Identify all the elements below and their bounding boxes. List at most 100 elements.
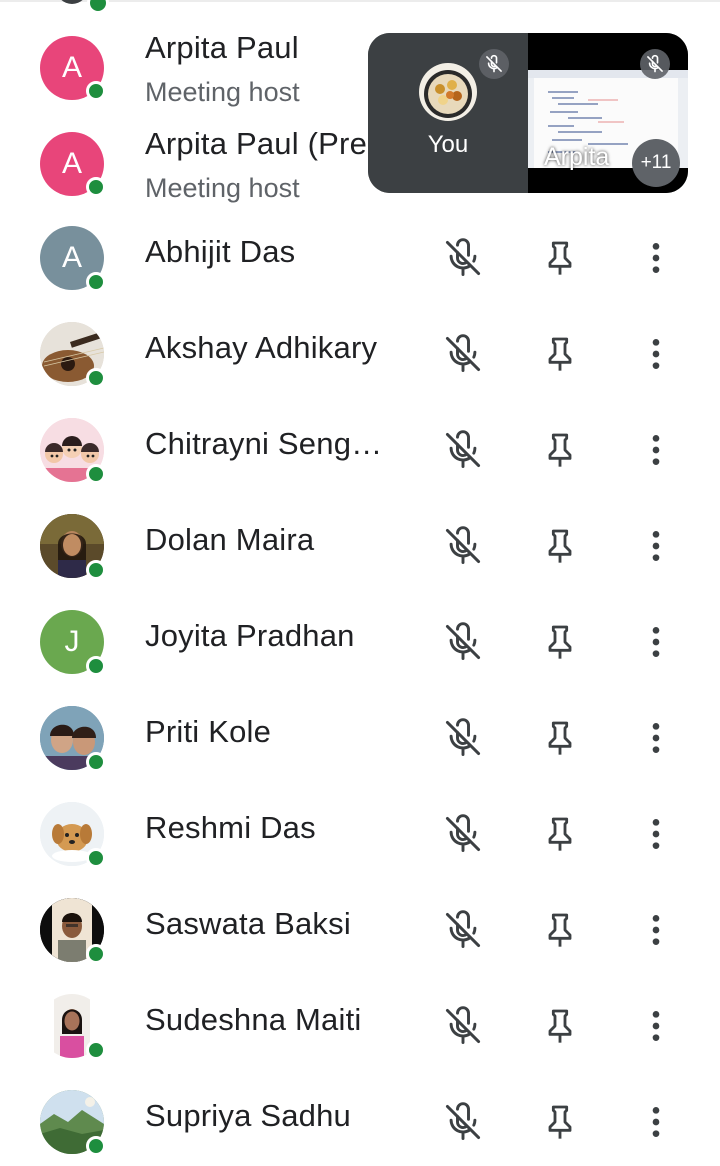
participant-name: Arpita Paul (Presentation) [145, 126, 367, 161]
pin-participant-button[interactable] [532, 230, 588, 286]
more-vert-icon [652, 723, 660, 753]
mute-participant-button[interactable] [435, 998, 491, 1054]
pin-icon [548, 913, 572, 947]
mute-participant-button[interactable] [435, 518, 491, 574]
pin-participant-button[interactable] [532, 902, 588, 958]
mute-participant-button[interactable] [435, 422, 491, 478]
more-options-button[interactable] [628, 710, 684, 766]
more-vert-icon [652, 531, 660, 561]
mic-off-icon [445, 1006, 481, 1044]
presence-dot [86, 656, 106, 676]
mic-off-icon [445, 334, 481, 372]
participant-row[interactable]: Akshay Adhikary [0, 306, 720, 402]
mic-off-icon [445, 814, 481, 852]
pin-participant-button[interactable] [532, 518, 588, 574]
more-participants-count[interactable]: +11 [632, 139, 680, 187]
mic-off-icon [445, 718, 481, 756]
more-options-button[interactable] [628, 998, 684, 1054]
pin-icon [548, 337, 572, 371]
participant-row[interactable]: Priti Kole [0, 690, 720, 786]
more-options-button[interactable] [628, 614, 684, 670]
pin-icon [548, 1009, 572, 1043]
more-vert-icon [652, 1011, 660, 1041]
presence-dot [86, 848, 106, 868]
presenter-video-tile[interactable]: Arpita +11 [528, 33, 688, 193]
participant-row[interactable]: Supriya Sadhu [0, 1074, 720, 1166]
mic-off-icon [445, 910, 481, 948]
avatar-initial: A [61, 51, 82, 84]
pin-participant-button[interactable] [532, 1094, 588, 1150]
mic-off-icon [445, 430, 481, 468]
participant-name: Supriya Sadhu [145, 1098, 351, 1133]
participant-name: Dolan Maira [145, 522, 315, 557]
more-options-button[interactable] [628, 326, 684, 382]
more-options-button[interactable] [628, 806, 684, 862]
participant-row[interactable]: J Joyita Pradhan [0, 594, 720, 690]
presenter-label: Arpita [544, 143, 610, 171]
presence-dot [86, 560, 106, 580]
presence-dot [86, 1040, 106, 1060]
more-options-button[interactable] [628, 1094, 684, 1150]
participant-row[interactable]: Saswata Baksi [0, 882, 720, 978]
self-avatar [419, 63, 477, 121]
participant-name: Abhijit Das [145, 234, 296, 269]
participant-row[interactable]: A Abhijit Das [0, 210, 720, 306]
more-options-button[interactable] [628, 902, 684, 958]
participant-name: Chitrayni Seng… [145, 426, 383, 461]
mic-off-icon [445, 622, 481, 660]
more-options-button[interactable] [628, 518, 684, 574]
mute-participant-button[interactable] [435, 1094, 491, 1150]
presence-dot [86, 752, 106, 772]
presence-dot [86, 464, 106, 484]
presence-dot [86, 177, 106, 197]
participant-row[interactable]: Dolan Maira [0, 498, 720, 594]
mute-participant-button[interactable] [435, 614, 491, 670]
presence-dot [86, 1136, 106, 1156]
pin-participant-button[interactable] [532, 998, 588, 1054]
floating-video-panel[interactable]: You Arpita +11 [368, 33, 688, 193]
more-vert-icon [652, 819, 660, 849]
pin-participant-button[interactable] [532, 614, 588, 670]
participants-screen: A Arpita Paul Meeting host A Arpita Paul… [0, 0, 720, 1166]
presence-dot [86, 272, 106, 292]
participant-role: Meeting host [145, 77, 300, 107]
pin-icon [548, 817, 572, 851]
participant-row[interactable]: Sudeshna Maiti [0, 978, 720, 1074]
pin-icon [548, 433, 572, 467]
more-vert-icon [652, 1107, 660, 1137]
mute-participant-button[interactable] [435, 710, 491, 766]
participant-role: Meeting host [145, 173, 300, 203]
presence-dot [86, 81, 106, 101]
mic-off-icon [647, 54, 663, 73]
participant-name: Joyita Pradhan [145, 618, 355, 653]
mute-participant-button[interactable] [435, 230, 491, 286]
more-vert-icon [652, 243, 660, 273]
pin-icon [548, 625, 572, 659]
mic-off-icon [486, 54, 502, 73]
pin-participant-button[interactable] [532, 806, 588, 862]
presence-dot [86, 368, 106, 388]
more-vert-icon [652, 435, 660, 465]
mute-participant-button[interactable] [435, 902, 491, 958]
participant-name: Akshay Adhikary [145, 330, 378, 365]
participant-name: Arpita Paul [145, 30, 299, 65]
mic-off-icon [445, 526, 481, 564]
pin-icon [548, 721, 572, 755]
mute-participant-button[interactable] [435, 806, 491, 862]
participant-row[interactable]: Chitrayni Seng… [0, 402, 720, 498]
pin-participant-button[interactable] [532, 422, 588, 478]
presence-dot [87, 0, 109, 14]
presenter-mic-off-badge [640, 49, 670, 79]
more-options-button[interactable] [628, 422, 684, 478]
participant-name: Saswata Baksi [145, 906, 351, 941]
self-video-tile[interactable]: You [368, 33, 528, 193]
participant-row[interactable]: Reshmi Das [0, 786, 720, 882]
mute-participant-button[interactable] [435, 326, 491, 382]
participant-name: Priti Kole [145, 714, 272, 749]
pin-icon [548, 1105, 572, 1139]
more-options-button[interactable] [628, 230, 684, 286]
pin-participant-button[interactable] [532, 326, 588, 382]
avatar-initial: A [61, 241, 82, 274]
more-vert-icon [652, 627, 660, 657]
pin-participant-button[interactable] [532, 710, 588, 766]
